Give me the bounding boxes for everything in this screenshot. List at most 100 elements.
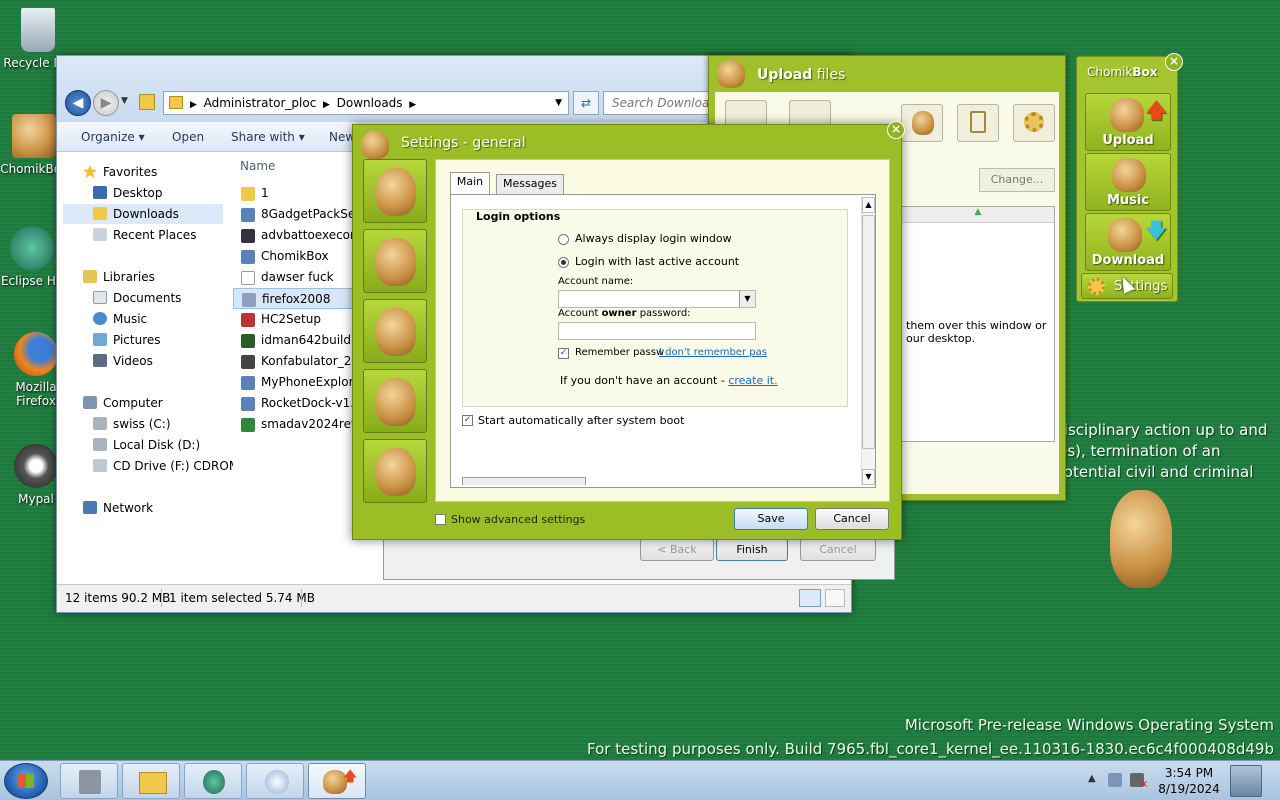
forgot-password-link[interactable]: I don't remember pas [659, 347, 767, 358]
nav-label: Downloads [113, 207, 179, 221]
sidebar-appearance-button[interactable] [363, 229, 427, 293]
nav-music[interactable]: Music [63, 309, 223, 329]
exe-icon [241, 355, 255, 369]
nav-favorites[interactable]: Favorites [63, 162, 223, 182]
scroll-down-icon[interactable]: ▼ [862, 469, 875, 485]
large-icons-view-icon[interactable] [825, 589, 845, 607]
start-auto-checkbox[interactable]: ✓ [462, 415, 473, 426]
column-header-name[interactable]: Name [240, 159, 275, 173]
taskbar-item-eclipse[interactable] [184, 763, 242, 799]
upload-button[interactable]: 🡅 Upload [1085, 93, 1171, 151]
finish-button[interactable]: Finish [716, 539, 788, 561]
vertical-scrollbar[interactable]: ▲ ▼ [861, 197, 875, 485]
taskbar-item-chomikbox[interactable]: 🡅 [308, 763, 366, 799]
sidebar-general-button[interactable] [363, 159, 427, 223]
sidebar-download-button[interactable] [363, 439, 427, 503]
sidebar-messages-button[interactable] [363, 299, 427, 363]
label-part-bold: owner [601, 308, 637, 319]
libraries-icon [83, 270, 97, 283]
nav-libraries[interactable]: Libraries [63, 267, 223, 287]
nav-drive-d[interactable]: Local Disk (D:) [63, 435, 223, 455]
taskbar-item-setup[interactable] [246, 763, 304, 799]
open-button[interactable]: Open [172, 130, 204, 144]
change-button[interactable]: Change... [979, 168, 1055, 192]
login-last-radio[interactable] [558, 257, 569, 268]
create-account-link[interactable]: create it. [728, 374, 777, 387]
nav-documents[interactable]: Documents [63, 288, 223, 308]
organize-button[interactable]: Organize ▾ [81, 130, 145, 144]
close-icon[interactable]: × [887, 121, 905, 139]
user-avatar[interactable] [1230, 765, 1262, 797]
address-bar[interactable]: ▶ Administrator_ploc ▶ Downloads ▶ ▼ [163, 91, 569, 115]
tab-main[interactable]: Main [450, 172, 490, 194]
nav-network[interactable]: Network [63, 498, 223, 518]
chevron-down-icon[interactable]: ▼ [739, 291, 755, 307]
file-name: Konfabulator_2.1. [261, 354, 367, 368]
back-button[interactable]: < Back [640, 539, 714, 561]
nav-recent-places[interactable]: Recent Places [63, 225, 223, 245]
nav-downloads[interactable]: Downloads [63, 204, 223, 224]
hamster-headphones-icon [1112, 158, 1146, 192]
breadcrumb-item[interactable]: Downloads [337, 96, 403, 110]
scroll-up-icon[interactable]: ▲ [862, 197, 875, 213]
network-tray-icon[interactable] [1108, 773, 1122, 787]
account-name-select[interactable]: ▼ [558, 290, 756, 308]
breadcrumb-item[interactable]: Administrator_ploc [204, 96, 317, 110]
history-dropdown-icon[interactable]: ▼ [121, 96, 128, 106]
clock[interactable]: 3:54 PM 8/19/2024 [1156, 765, 1222, 797]
download-button[interactable]: 🡇 Download [1085, 213, 1171, 271]
drop-area: ▲ them over this window or our desktop. [901, 206, 1055, 442]
back-button[interactable]: ◀ [65, 90, 91, 116]
upload-arrow-icon: 🡅 [1146, 98, 1167, 122]
refresh-button[interactable]: ⇄ [573, 91, 599, 115]
show-advanced-checkbox[interactable] [435, 514, 446, 525]
nav-videos[interactable]: Videos [63, 351, 223, 371]
clipboard-button[interactable] [957, 104, 999, 142]
owner-password-input[interactable] [558, 322, 756, 340]
forward-button[interactable]: ▶ [93, 90, 119, 116]
drive-icon [93, 417, 107, 430]
cancel-button[interactable]: Cancel [815, 508, 889, 530]
taskbar-item-server-manager[interactable] [60, 763, 118, 799]
nav-pictures[interactable]: Pictures [63, 330, 223, 350]
nav-desktop[interactable]: Desktop [63, 183, 223, 203]
pictures-icon [93, 333, 107, 346]
proxy-settings-button[interactable] [462, 477, 586, 485]
show-hidden-icons-icon[interactable]: ▲ [1088, 773, 1096, 784]
sort-header[interactable]: ▲ [902, 207, 1054, 223]
remember-password-label: Remember passw [575, 347, 665, 358]
settings-gear-button[interactable] [1013, 104, 1055, 142]
hamster-icon [1108, 218, 1142, 252]
taskbar-item-explorer[interactable] [122, 763, 180, 799]
close-icon[interactable]: × [1165, 53, 1183, 71]
file-icon [241, 271, 255, 285]
details-view-icon[interactable] [799, 589, 821, 607]
cancel-button[interactable]: Cancel [800, 539, 876, 561]
save-button[interactable]: Save [734, 508, 808, 530]
file-name: dawser fuck [261, 270, 334, 284]
scroll-thumb[interactable] [862, 215, 875, 449]
share-with-button[interactable]: Share with ▾ [231, 130, 305, 144]
nav-drive-c[interactable]: swiss (C:) [63, 414, 223, 434]
chevron-down-icon[interactable]: ▼ [555, 92, 562, 114]
hamster-headphones-icon [376, 378, 416, 426]
music-icon [93, 312, 107, 325]
search-input[interactable]: Search Downloads [603, 91, 715, 115]
nav-drive-f[interactable]: CD Drive (F:) CDROM [63, 456, 239, 476]
start-button[interactable] [4, 763, 48, 799]
always-display-radio[interactable] [558, 234, 569, 245]
nav-computer[interactable]: Computer [63, 393, 223, 413]
hamster-general-icon [376, 168, 416, 216]
tab-messages[interactable]: Messages [496, 174, 564, 194]
nav-label: Computer [103, 396, 163, 410]
chomik-button[interactable] [901, 104, 943, 142]
nav-label: Documents [113, 291, 182, 305]
clock-date: 8/19/2024 [1158, 782, 1220, 796]
music-button[interactable]: Music [1085, 153, 1171, 211]
remember-password-checkbox[interactable]: ✓ [558, 348, 569, 359]
volume-muted-icon[interactable]: × [1130, 773, 1148, 790]
installer-icon [241, 397, 255, 411]
login-last-label: Login with last active account [575, 255, 740, 268]
up-folder-icon[interactable] [139, 94, 155, 110]
sidebar-music-button[interactable] [363, 369, 427, 433]
